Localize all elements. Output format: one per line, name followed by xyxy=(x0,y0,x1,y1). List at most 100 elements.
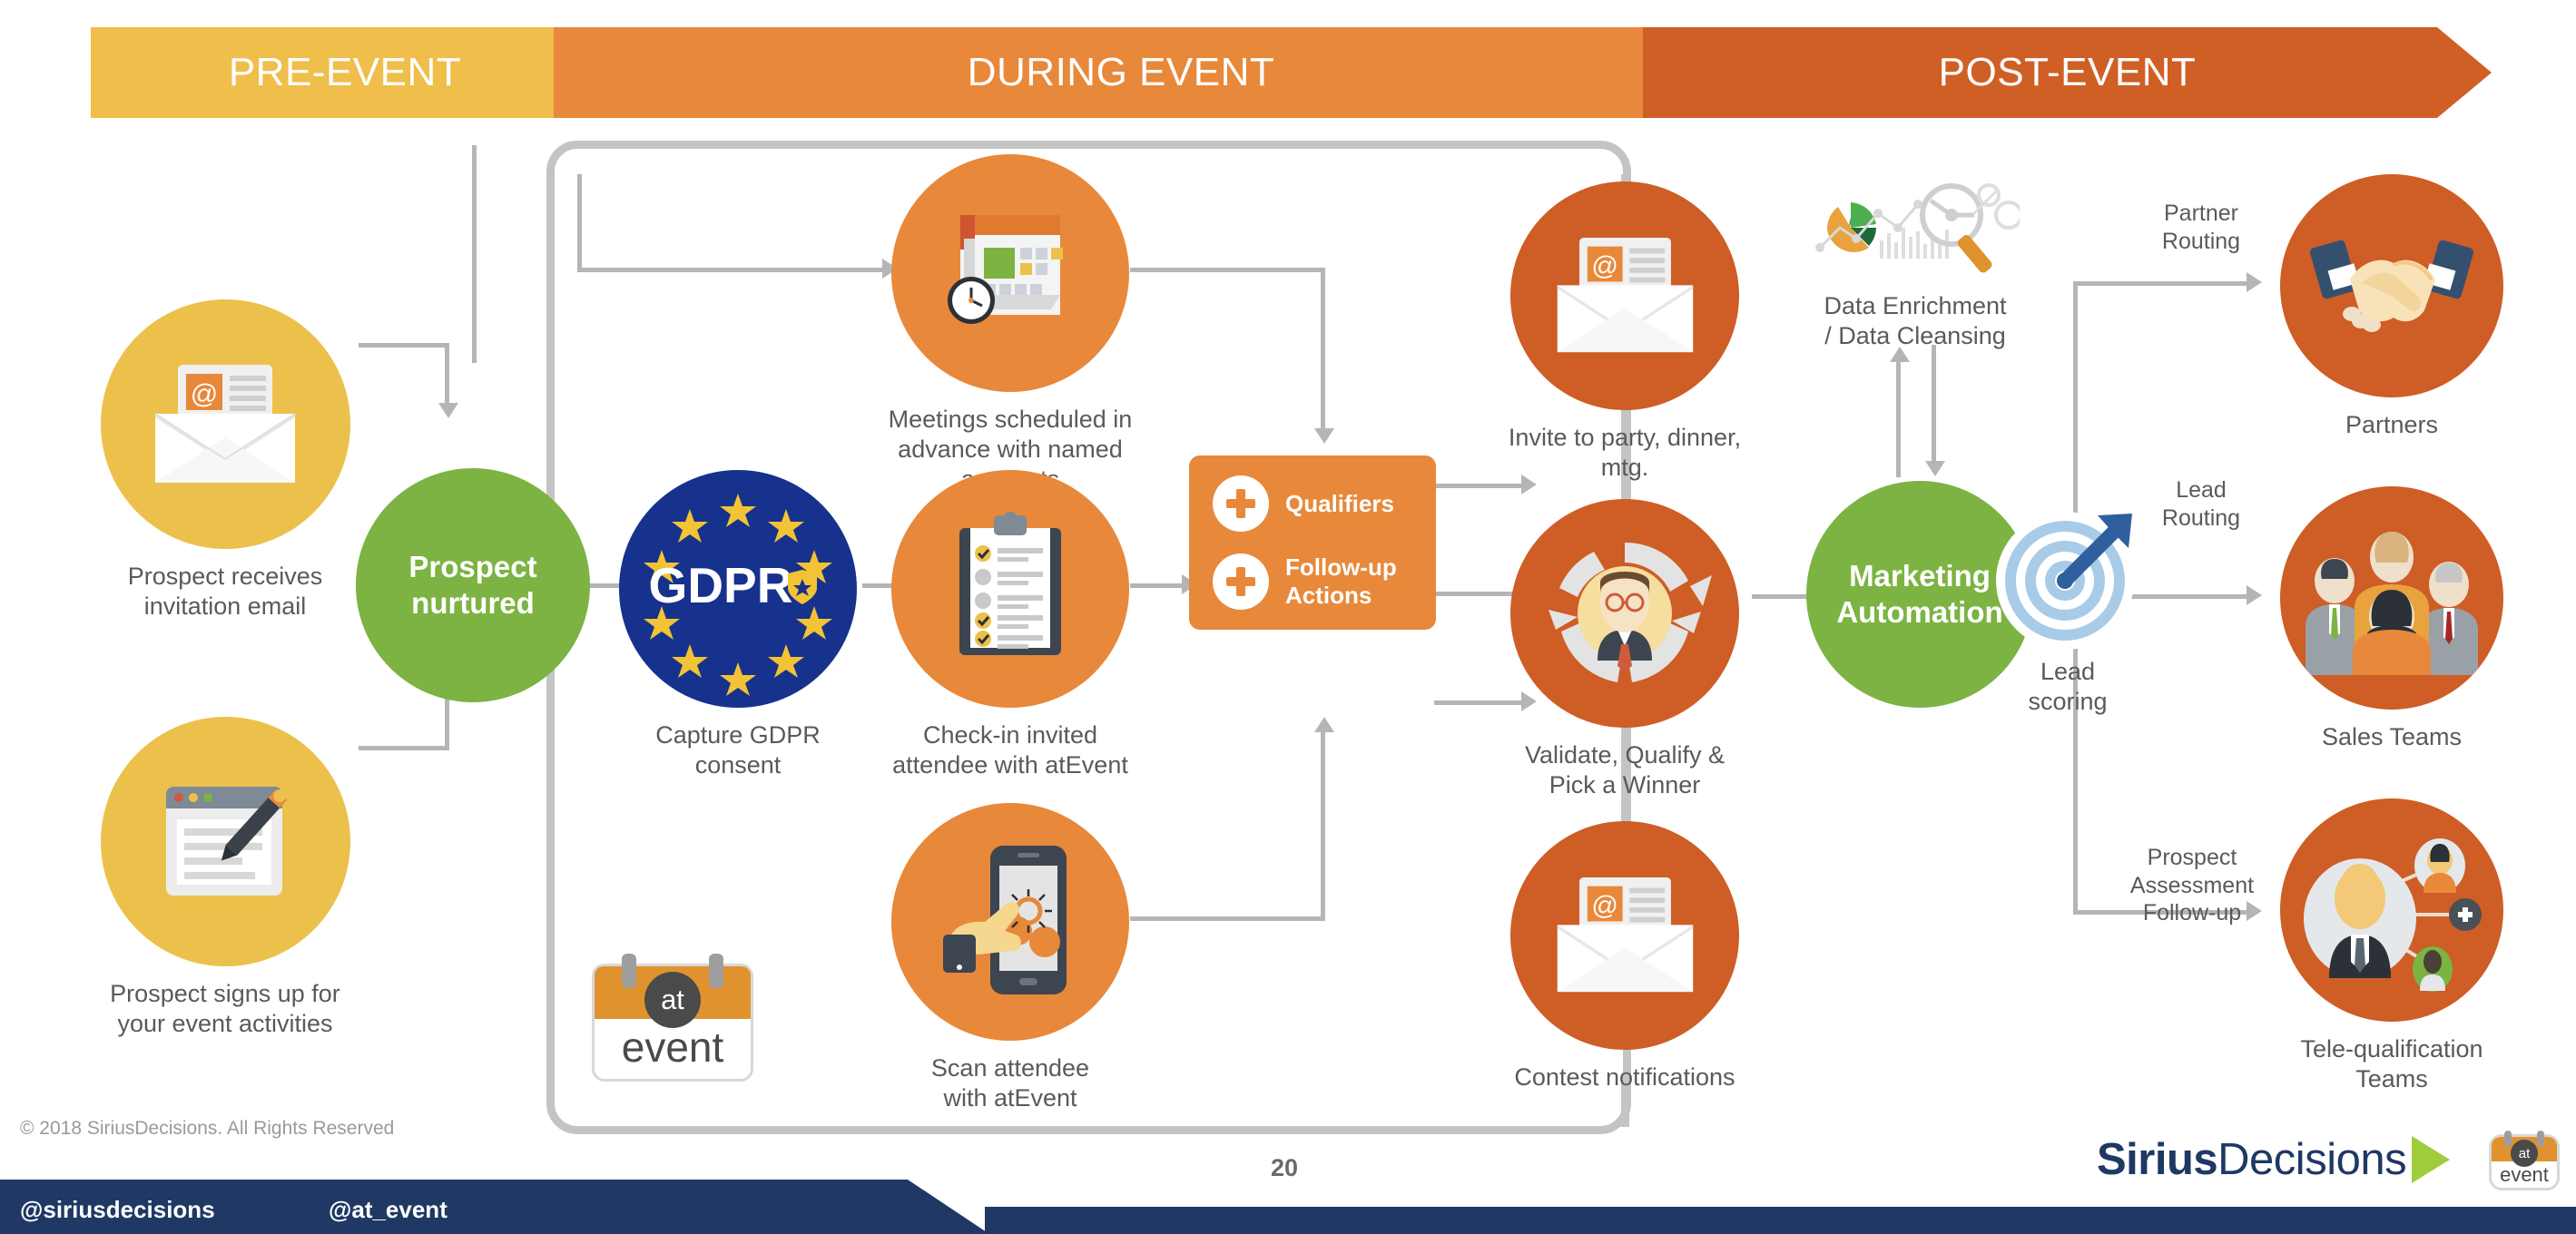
node-label: Partners xyxy=(2345,411,2439,438)
node-prospect-nurtured[interactable]: Prospect nurtured xyxy=(356,468,590,702)
node-label: Check-in invited attendee with atEvent xyxy=(892,721,1128,779)
arrow-head-down xyxy=(1925,461,1945,476)
followup-actions-row[interactable]: Follow-up Actions xyxy=(1213,553,1412,610)
node-signup[interactable]: Prospect signs up for your event activit… xyxy=(89,717,361,1039)
node-label: Tele-qualification Teams xyxy=(2300,1035,2483,1092)
qualifiers-label: Qualifiers xyxy=(1285,489,1394,517)
svg-text:@: @ xyxy=(1591,252,1618,281)
social-handle-at-event[interactable]: @at_event xyxy=(329,1196,447,1224)
calendar-pin-right-icon xyxy=(2537,1131,2544,1147)
atevent-logo-footer: at event xyxy=(2489,1131,2560,1190)
node-meetings-scheduled[interactable]: Meetings scheduled in advance with named… xyxy=(888,154,1133,495)
node-data-enrichment[interactable]: Data Enrichment / Data Cleansing xyxy=(1793,177,2038,351)
person-network-icon xyxy=(2280,798,2503,1022)
phase-chevron-pre-event: PRE-EVENT xyxy=(91,27,599,118)
atevent-wordmark: event xyxy=(2500,1163,2549,1186)
node-label: Sales Teams xyxy=(2321,723,2463,750)
arrow-head-down xyxy=(1314,428,1334,444)
plus-icon[interactable] xyxy=(1213,553,1269,610)
connector-line xyxy=(359,746,449,750)
calendar-pin-left-icon xyxy=(622,954,636,988)
open-envelope-email-icon: @ xyxy=(1510,181,1739,410)
atevent-wordmark: event xyxy=(621,1023,724,1071)
arrow-head-down xyxy=(438,403,458,418)
connector-line xyxy=(472,145,477,363)
node-partners[interactable]: Partners xyxy=(2278,174,2505,440)
eu-stars-shield-icon: GDPR xyxy=(619,470,857,708)
open-envelope-email-icon: @ xyxy=(1510,821,1739,1050)
connector-line xyxy=(2073,281,2250,286)
flow-label-partner-routing: Partner Routing xyxy=(2161,201,2241,254)
connector-line xyxy=(1130,268,1325,272)
atevent-logo: at event xyxy=(592,954,753,1082)
connector-line xyxy=(1896,359,1901,477)
node-tele-qualification-teams[interactable]: Tele-qualification Teams xyxy=(2278,798,2505,1094)
node-contest-notifications[interactable]: @ Contest notifications xyxy=(1507,821,1743,1092)
connector-line xyxy=(1321,268,1325,431)
calendar-pin-left-icon xyxy=(2504,1131,2512,1147)
social-handle-siriusdecisions[interactable]: @siriusdecisions xyxy=(20,1196,215,1224)
person-refresh-cycle-icon xyxy=(1510,499,1739,728)
connector-line xyxy=(1434,484,1525,488)
node-invitation-email[interactable]: @ Prospect receives invitation email xyxy=(89,299,361,622)
node-label: Capture GDPR consent xyxy=(655,721,821,779)
node-gdpr[interactable]: GDPR Capture GDPR consent xyxy=(619,470,857,780)
node-label: Invite to party, dinner, mtg. xyxy=(1508,424,1742,481)
analytics-magnifier-icon xyxy=(1793,177,2038,286)
svg-text:@: @ xyxy=(191,379,218,409)
arrow-head-up xyxy=(1314,717,1334,732)
followup-actions-label: Follow-up Actions xyxy=(1285,553,1397,609)
qualifiers-box[interactable]: Qualifiers Follow-up Actions xyxy=(1189,455,1436,630)
connector-line xyxy=(1932,345,1936,465)
node-label: Prospect signs up for your event activit… xyxy=(110,980,340,1037)
connector-line xyxy=(359,343,449,348)
atevent-badge: at xyxy=(644,972,701,1028)
connector-line xyxy=(1130,916,1325,921)
connector-line xyxy=(1321,730,1325,919)
node-label: Validate, Qualify & Pick a Winner xyxy=(1524,741,1726,798)
arrow-head-right xyxy=(2247,272,2262,292)
node-label: Contest notifications xyxy=(1514,1063,1735,1091)
node-invite[interactable]: @ Invite to party, dinner, mtg. xyxy=(1507,181,1743,483)
node-label: Data Enrichment / Data Cleansing xyxy=(1824,292,2007,349)
hand-smartphone-tap-icon xyxy=(891,803,1129,1041)
node-inner-label: Marketing Automation xyxy=(1836,559,2003,629)
connector-line xyxy=(1130,583,1185,588)
slide-canvas: PRE-EVENT DURING EVENT POST-EVENT @ Pros… xyxy=(0,0,2576,1234)
node-label: Prospect receives invitation email xyxy=(127,563,323,620)
brand-name-bold: Sirius xyxy=(2097,1135,2218,1184)
phase-chevron-post-event: POST-EVENT xyxy=(1643,27,2492,118)
siriusdecisions-logo: SiriusDecisions xyxy=(2097,1134,2451,1185)
people-group-icon xyxy=(2280,486,2503,710)
phase-label-pre-event: PRE-EVENT xyxy=(228,50,462,94)
calendar-clock-icon xyxy=(891,154,1129,392)
svg-text:GDPR: GDPR xyxy=(649,557,793,613)
svg-text:@: @ xyxy=(1591,892,1618,921)
node-inner-label: Prospect nurtured xyxy=(408,550,537,620)
webpage-pencil-icon xyxy=(100,717,350,966)
open-envelope-email-icon: @ xyxy=(100,299,350,549)
node-scan-attendee[interactable]: Scan attendee with atEvent xyxy=(888,803,1133,1113)
connector-line xyxy=(445,343,449,406)
node-validate-qualify[interactable]: Validate, Qualify & Pick a Winner xyxy=(1507,499,1743,800)
node-checkin[interactable]: Check-in invited attendee with atEvent xyxy=(888,470,1133,780)
connector-line xyxy=(577,268,886,272)
node-label: Lead scoring xyxy=(2028,658,2108,715)
flow-label-lead-routing: Lead Routing xyxy=(2161,477,2241,531)
footer-bar-right xyxy=(985,1207,2576,1234)
node-lead-scoring[interactable]: Lead scoring xyxy=(1986,501,2149,717)
plus-icon[interactable] xyxy=(1213,475,1269,532)
phase-label-post-event: POST-EVENT xyxy=(1938,50,2197,94)
handshake-icon xyxy=(2280,174,2503,397)
brand-chevron-icon xyxy=(2412,1136,2451,1183)
qualifiers-row[interactable]: Qualifiers xyxy=(1213,475,1412,532)
copyright-text: © 2018 SiriusDecisions. All Rights Reser… xyxy=(20,1118,395,1139)
phase-label-during-event: DURING EVENT xyxy=(967,50,1275,94)
arrow-head-right xyxy=(2247,585,2262,605)
page-number: 20 xyxy=(1271,1154,1299,1181)
node-sales-teams[interactable]: Sales Teams xyxy=(2278,486,2505,752)
phase-chevron-during-event: DURING EVENT xyxy=(554,27,1688,118)
brand-name-light: Decisions xyxy=(2217,1135,2407,1184)
flow-label-prospect-assessment: Prospect Assessment Follow-up xyxy=(2129,845,2255,926)
node-label: Scan attendee with atEvent xyxy=(930,1054,1090,1112)
